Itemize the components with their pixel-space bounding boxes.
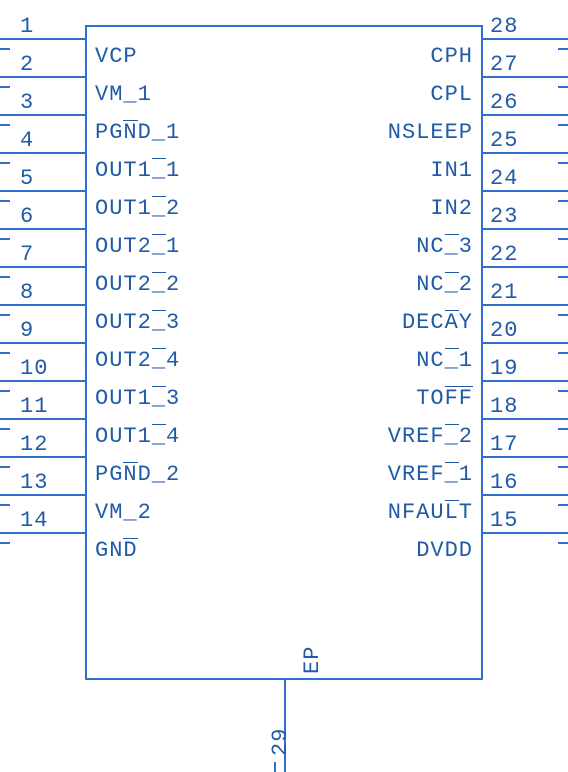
pin-lead	[0, 114, 85, 116]
pin-label: DVDD	[283, 538, 473, 563]
pin-label: OUT1_2	[95, 196, 180, 221]
pin-label: NC_3	[283, 234, 473, 259]
pin-stub	[558, 352, 568, 354]
pin-label: NSLEEP	[283, 120, 473, 145]
pin-number: 26	[490, 90, 518, 115]
pin-number: 29	[268, 728, 293, 756]
pin-label: VREF_1	[283, 462, 473, 487]
pin-number: 27	[490, 52, 518, 77]
pin-stub	[0, 542, 10, 544]
pin-number: 14	[20, 508, 48, 533]
pin-label: VM_2	[95, 500, 152, 525]
pin-lead	[0, 228, 85, 230]
pin-stub	[0, 276, 10, 278]
pin-stub	[274, 762, 276, 772]
pin-stub	[0, 86, 10, 88]
pin-stub	[0, 504, 10, 506]
pin-stub	[558, 238, 568, 240]
pin-number: 23	[490, 204, 518, 229]
pin-label: NC_2	[283, 272, 473, 297]
pin-number: 13	[20, 470, 48, 495]
pin-lead	[284, 680, 286, 772]
pin-stub	[558, 504, 568, 506]
pin-label: PGND_1	[95, 120, 180, 145]
pin-label: IN2	[283, 196, 473, 221]
pin-label: GND	[95, 538, 138, 563]
pin-stub	[0, 352, 10, 354]
pin-label: OUT1_3	[95, 386, 180, 411]
pin-lead	[0, 266, 85, 268]
pin-label: OUT2_3	[95, 310, 180, 335]
pin-label: OUT2_4	[95, 348, 180, 373]
pin-label: EP	[300, 646, 325, 674]
pin-number: 7	[20, 242, 34, 267]
pin-number: 10	[20, 356, 48, 381]
pin-label: CPH	[283, 44, 473, 69]
pin-label: OUT1_4	[95, 424, 180, 449]
pin-stub	[558, 428, 568, 430]
pin-stub	[558, 314, 568, 316]
pin-label: OUT2_2	[95, 272, 180, 297]
pin-lead	[0, 152, 85, 154]
pin-stub	[0, 200, 10, 202]
pin-label: NFAULT	[283, 500, 473, 525]
pin-number: 17	[490, 432, 518, 457]
pin-number: 18	[490, 394, 518, 419]
pin-stub	[558, 200, 568, 202]
pin-lead	[0, 38, 85, 40]
pin-label: OUT1_1	[95, 158, 180, 183]
pin-label: OUT2_1	[95, 234, 180, 259]
pin-number: 21	[490, 280, 518, 305]
pin-label: VM_1	[95, 82, 152, 107]
pin-number: 8	[20, 280, 34, 305]
pin-stub	[558, 162, 568, 164]
pin-stub	[0, 466, 10, 468]
pin-lead	[0, 76, 85, 78]
pin-number: 22	[490, 242, 518, 267]
pin-label: IN1	[283, 158, 473, 183]
pin-number: 15	[490, 508, 518, 533]
pin-stub	[558, 466, 568, 468]
pin-label: VCP	[95, 44, 138, 69]
pin-number: 20	[490, 318, 518, 343]
pin-number: 28	[490, 14, 518, 39]
pin-label: PGND_2	[95, 462, 180, 487]
pin-number: 16	[490, 470, 518, 495]
pin-label: CPL	[283, 82, 473, 107]
pin-lead	[0, 304, 85, 306]
pin-number: 6	[20, 204, 34, 229]
pin-stub	[558, 276, 568, 278]
pin-stub	[0, 390, 10, 392]
pin-stub	[0, 48, 10, 50]
pin-label: NC_1	[283, 348, 473, 373]
pin-number: 25	[490, 128, 518, 153]
pin-number: 9	[20, 318, 34, 343]
pin-number: 5	[20, 166, 34, 191]
pin-stub	[0, 314, 10, 316]
pin-number: 2	[20, 52, 34, 77]
pin-number: 4	[20, 128, 34, 153]
pin-stub	[558, 48, 568, 50]
pin-lead	[0, 342, 85, 344]
pin-label: VREF_2	[283, 424, 473, 449]
pin-stub	[0, 238, 10, 240]
pin-label: TOFF	[283, 386, 473, 411]
pin-stub	[558, 542, 568, 544]
pin-label: DECAY	[283, 310, 473, 335]
pin-number: 3	[20, 90, 34, 115]
pin-stub	[0, 162, 10, 164]
pin-number: 12	[20, 432, 48, 457]
pinout-diagram: 1 VCP 2 VM_1 3 PGND_1 4 OUT1_1 5 OUT1_2 6 OUT2_1 7 OU…	[0, 0, 568, 772]
pin-stub	[558, 86, 568, 88]
pin-stub	[0, 124, 10, 126]
pin-stub	[558, 124, 568, 126]
pin-number: 24	[490, 166, 518, 191]
pin-stub	[558, 390, 568, 392]
pin-stub	[0, 428, 10, 430]
pin-number: 1	[20, 14, 34, 39]
pin-number: 19	[490, 356, 518, 381]
pin-lead	[0, 190, 85, 192]
pin-number: 11	[20, 394, 48, 419]
